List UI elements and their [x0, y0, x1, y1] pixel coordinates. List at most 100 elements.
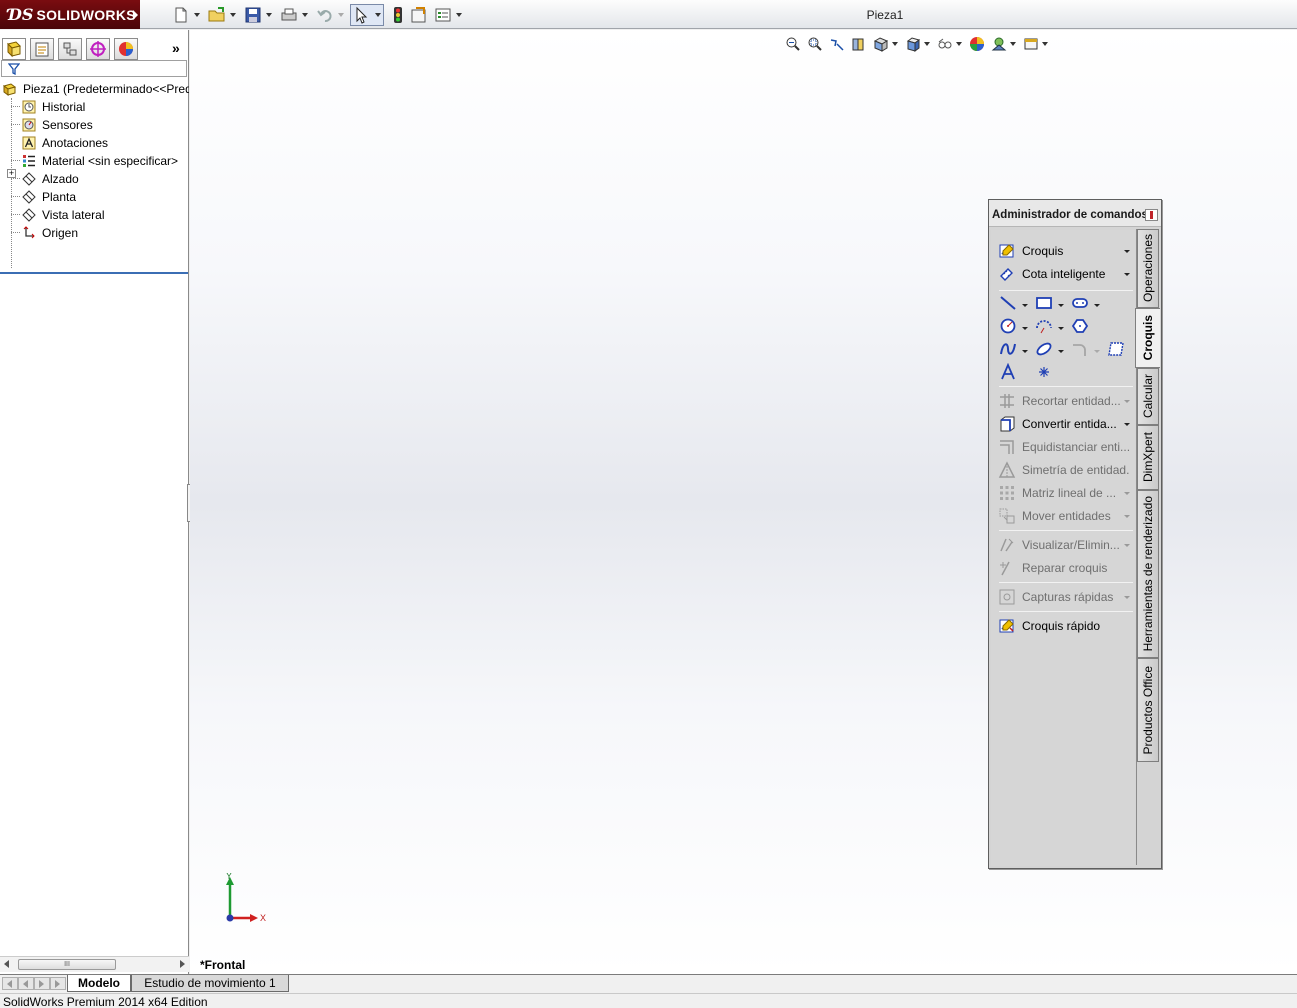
previous-view-icon	[830, 39, 844, 51]
rapid-sketch-button[interactable]: Croquis rápido	[998, 615, 1132, 637]
tab-model[interactable]: Modelo	[67, 975, 131, 992]
trim-entities-button[interactable]: Recortar entidad...	[998, 390, 1132, 412]
tree-item-origin[interactable]: Origen	[0, 224, 189, 242]
document-tabs-bar: Modelo Estudio de movimiento 1	[0, 974, 1297, 992]
quick-snaps-button[interactable]: Capturas rápidas	[998, 586, 1132, 608]
tree-item-front-plane[interactable]: Alzado	[0, 170, 189, 188]
smart-dimension-button[interactable]: Cota inteligente	[998, 263, 1132, 285]
chevron-down-icon[interactable]	[1124, 400, 1130, 403]
horizontal-scrollbar[interactable]: III	[0, 956, 189, 972]
scroll-thumb[interactable]: III	[18, 959, 116, 970]
ellipse-icon	[1036, 342, 1052, 356]
expand-node-icon[interactable]: +	[7, 169, 16, 178]
last-tab-button[interactable]	[50, 977, 66, 990]
chevron-down-icon[interactable]	[956, 42, 962, 46]
chevron-down-icon[interactable]	[1010, 42, 1016, 46]
edit-appearance-button[interactable]	[968, 35, 986, 53]
mirror-entities-button[interactable]: Simetría de entidad...	[998, 459, 1132, 481]
line-button[interactable]	[999, 294, 1017, 312]
display-style-button[interactable]	[904, 35, 922, 53]
sketch-button[interactable]: Croquis	[998, 240, 1132, 262]
expand-tabs-icon[interactable]: »	[172, 40, 180, 56]
tree-item-label: Planta	[42, 190, 77, 204]
apply-scene-button[interactable]	[990, 35, 1008, 53]
tab-dimxpert[interactable]: DimXpert	[1137, 425, 1159, 490]
chevron-down-icon[interactable]	[1124, 273, 1130, 276]
plane-sketch-button[interactable]	[1107, 340, 1125, 358]
chevron-down-icon[interactable]	[1124, 250, 1130, 253]
repair-sketch-button[interactable]: Reparar croquis	[998, 557, 1132, 579]
pin-icon[interactable]	[1145, 209, 1158, 221]
next-tab-button[interactable]	[34, 977, 50, 990]
view-orientation-button[interactable]	[872, 35, 890, 53]
tree-item-part[interactable]: Pieza1 (Predeterminado<<Predeterminado>)	[0, 80, 189, 98]
tab-productos-office[interactable]: Productos Office	[1137, 658, 1159, 762]
ellipse-button[interactable]	[1035, 340, 1053, 358]
tree-item-top-plane[interactable]: Planta	[0, 188, 189, 206]
tree-item-history[interactable]: Historial	[0, 98, 189, 116]
rollback-bar[interactable]	[0, 272, 188, 274]
linear-pattern-button[interactable]: Matriz lineal de ...	[998, 482, 1132, 504]
offset-entities-button[interactable]: Equidistanciar enti...	[998, 436, 1132, 458]
slot-button[interactable]	[1071, 294, 1089, 312]
chevron-down-icon[interactable]	[1022, 350, 1028, 353]
command-label: Croquis rápido	[1022, 619, 1101, 633]
chevron-down-icon[interactable]	[1124, 492, 1130, 495]
rectangle-button[interactable]	[1035, 294, 1053, 312]
tree-item-material[interactable]: Material <sin especificar>	[0, 152, 189, 170]
chevron-down-icon[interactable]	[1022, 304, 1028, 307]
chevron-down-icon[interactable]	[1058, 304, 1064, 307]
move-entities-button[interactable]: Mover entidades	[998, 505, 1132, 527]
chevron-down-icon[interactable]	[1094, 350, 1100, 353]
chevron-down-icon[interactable]	[1124, 544, 1130, 547]
part-tree-icon	[7, 41, 21, 58]
chevron-down-icon[interactable]	[1058, 327, 1064, 330]
chevron-down-icon[interactable]	[1058, 350, 1064, 353]
spline-button[interactable]	[999, 340, 1017, 358]
tree-item-sensors[interactable]: Sensores	[0, 116, 189, 134]
tab-motion-study[interactable]: Estudio de movimiento 1	[131, 975, 289, 992]
hide-show-items-button[interactable]	[936, 35, 954, 53]
chevron-down-icon[interactable]	[892, 42, 898, 46]
section-view-button[interactable]	[850, 35, 868, 53]
tab-property-manager[interactable]	[30, 38, 54, 60]
tree-item-right-plane[interactable]: Vista lateral	[0, 206, 189, 224]
tree-filter-input[interactable]	[1, 60, 187, 77]
tab-dimxpert-manager[interactable]	[86, 38, 110, 60]
chevron-down-icon[interactable]	[1124, 596, 1130, 599]
previous-tab-button[interactable]	[18, 977, 34, 990]
scroll-right-icon[interactable]	[180, 960, 185, 968]
convert-entities-button[interactable]: Convertir entida...	[998, 413, 1132, 435]
arc-button[interactable]	[1035, 317, 1053, 335]
tab-display-manager[interactable]	[114, 38, 138, 60]
zoom-to-fit-button[interactable]	[784, 35, 802, 53]
zoom-to-area-button[interactable]	[806, 35, 824, 53]
point-button[interactable]	[1035, 363, 1053, 381]
chevron-down-icon[interactable]	[1124, 515, 1130, 518]
display-delete-relations-button[interactable]: Visualizar/Elimin...	[998, 534, 1132, 556]
chevron-down-icon[interactable]	[1042, 42, 1048, 46]
chevron-down-icon[interactable]	[924, 42, 930, 46]
mirror-icon	[998, 461, 1016, 478]
tree-item-annotations[interactable]: Anotaciones	[0, 134, 189, 152]
chevron-down-icon[interactable]	[1094, 304, 1100, 307]
text-button[interactable]	[999, 363, 1017, 381]
view-settings-button[interactable]	[1022, 35, 1040, 53]
tab-calcular[interactable]: Calcular	[1137, 368, 1159, 425]
command-manager-header[interactable]: Administrador de comandos	[989, 200, 1161, 227]
tab-operaciones[interactable]: Operaciones	[1137, 229, 1159, 308]
scroll-left-icon[interactable]	[4, 960, 9, 968]
polygon-button[interactable]	[1071, 317, 1089, 335]
tab-herramientas-de-renderizado[interactable]: Herramientas de renderizado	[1137, 490, 1159, 658]
chevron-down-icon[interactable]	[1022, 327, 1028, 330]
command-label: Visualizar/Elimin...	[1022, 538, 1120, 552]
previous-view-button[interactable]	[828, 35, 846, 53]
chevron-down-icon[interactable]	[1124, 423, 1130, 426]
fillet-button[interactable]	[1071, 340, 1089, 358]
tab-configuration-manager[interactable]	[58, 38, 82, 60]
tab-featuremanager-tree[interactable]	[2, 38, 26, 60]
circle-button[interactable]	[999, 317, 1017, 335]
title-bar: ƊS SOLIDWORKS Pieza1	[0, 0, 1297, 29]
tab-croquis[interactable]: Croquis	[1135, 308, 1160, 368]
first-tab-button[interactable]	[2, 977, 18, 990]
